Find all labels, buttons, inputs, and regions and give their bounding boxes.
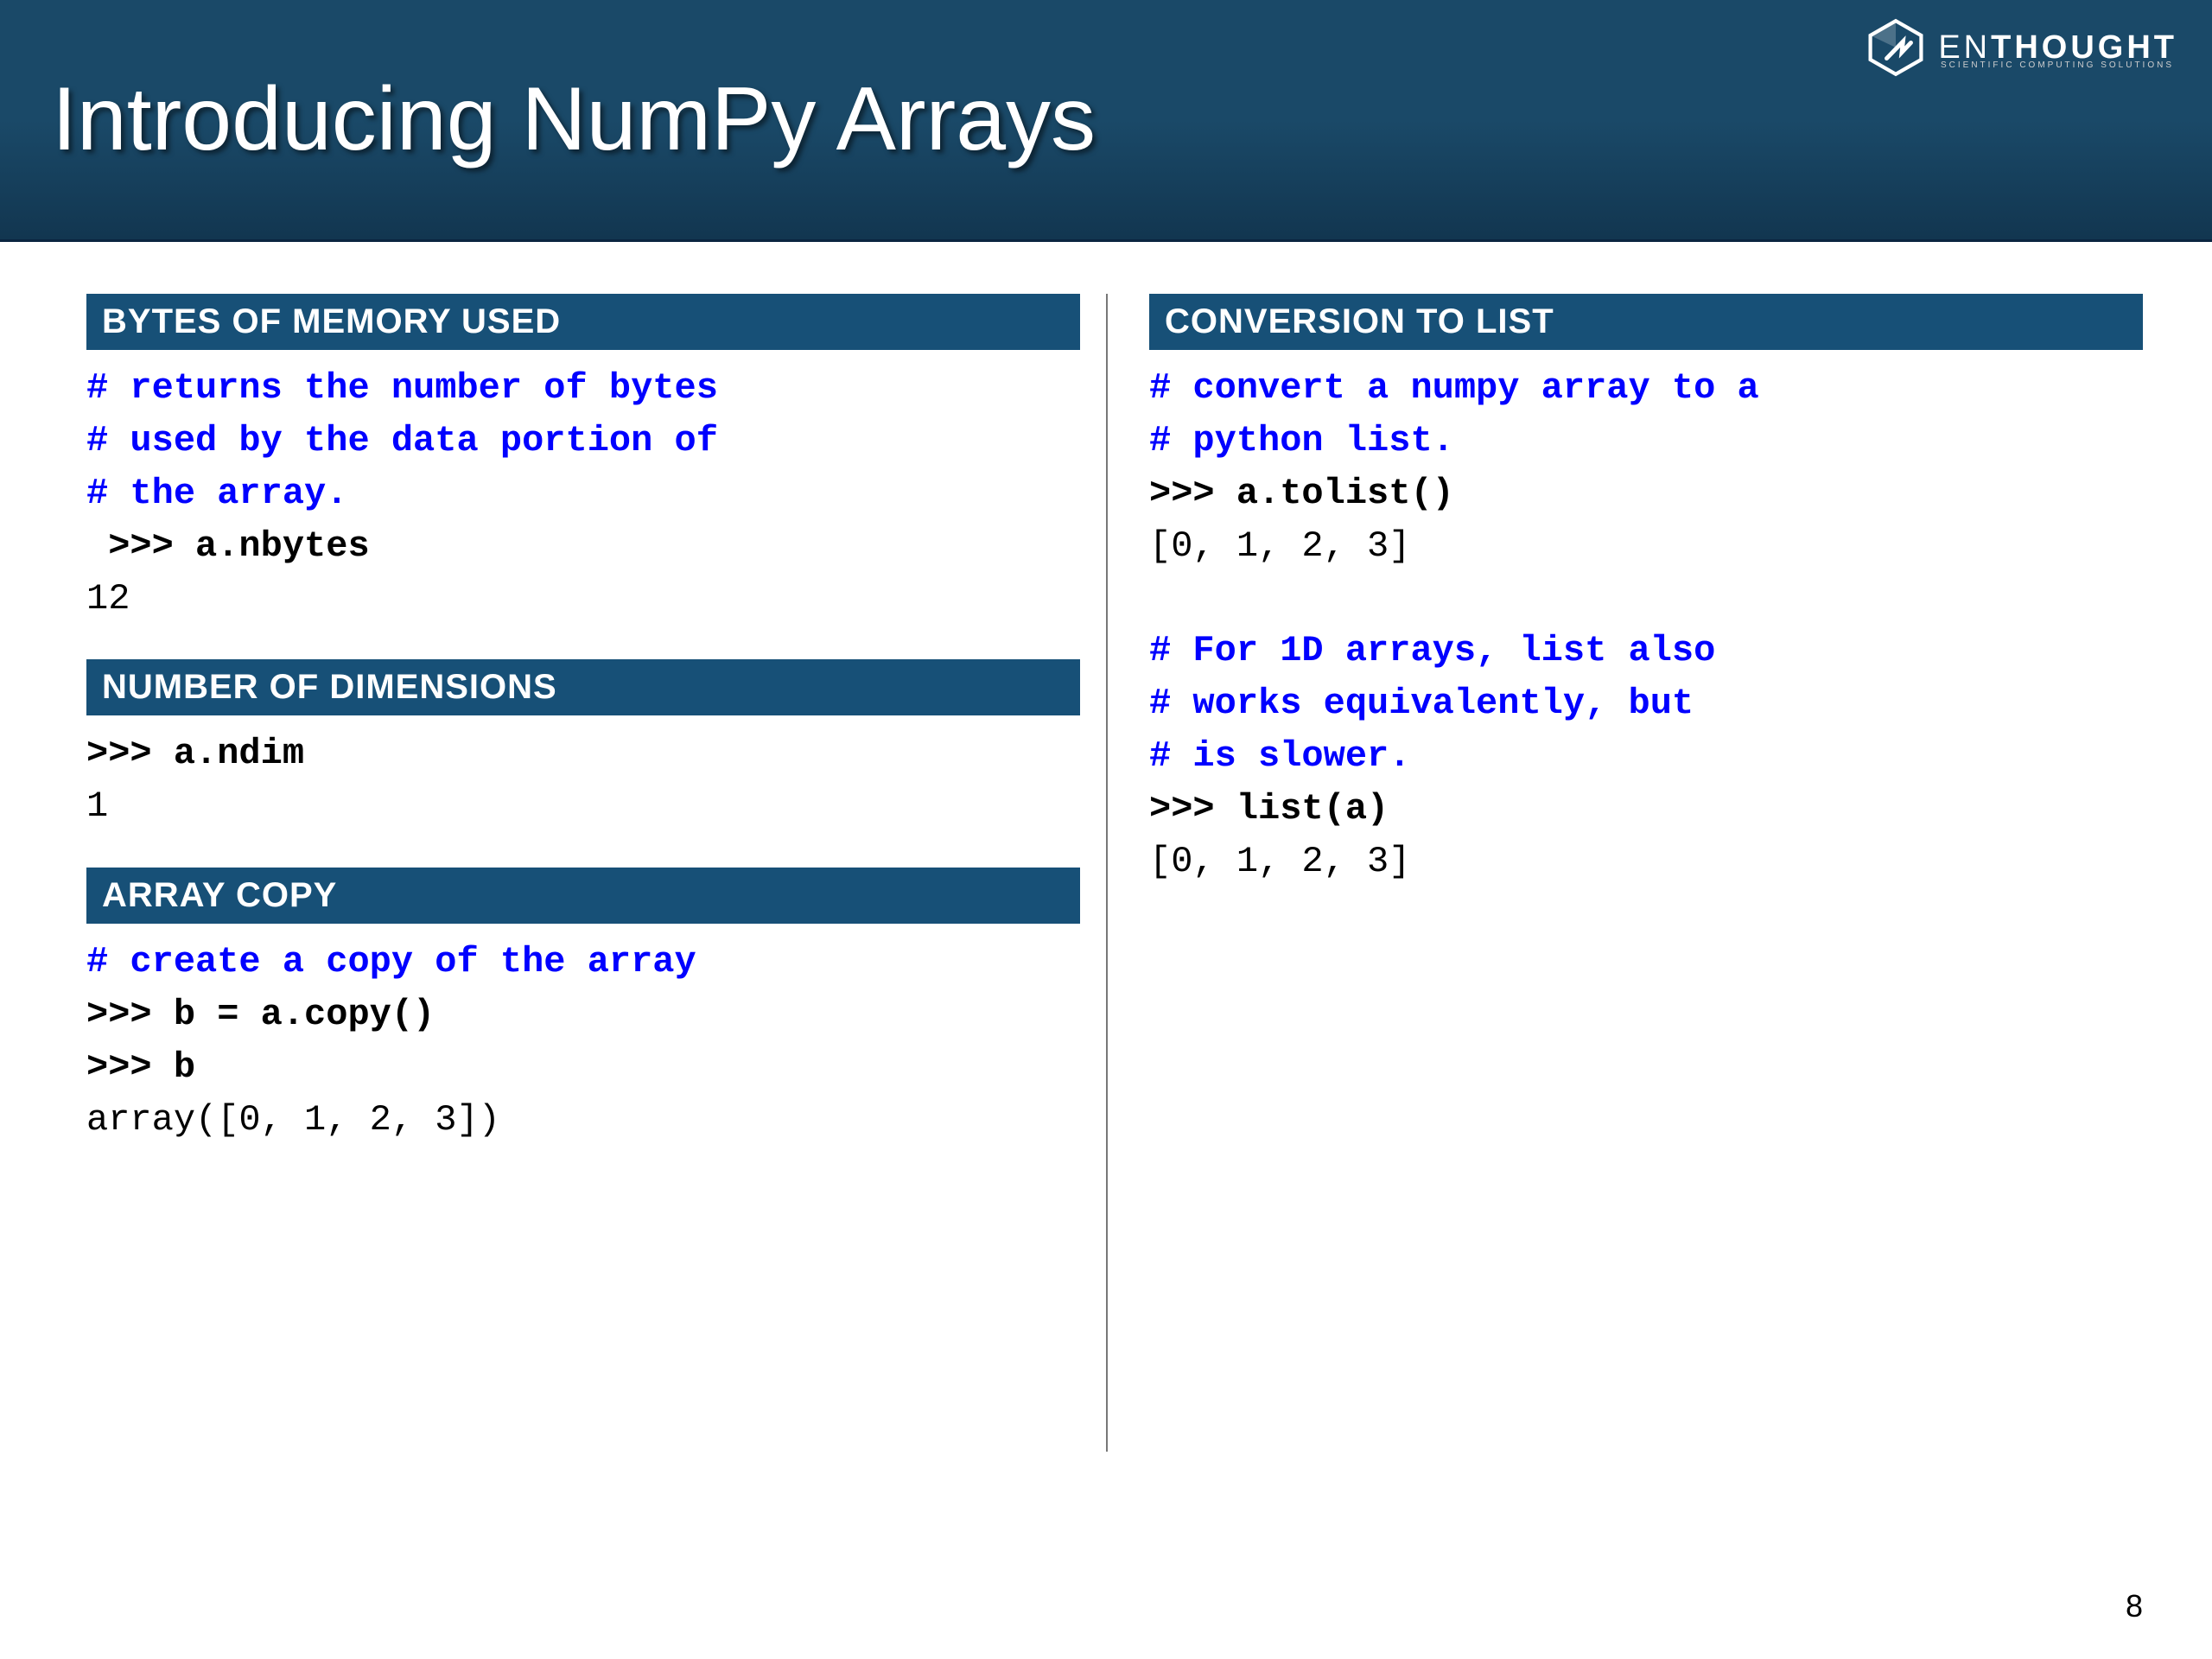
slide-content: BYTES OF MEMORY USED # returns the numbe… [0,242,2212,1233]
code-prompt: >>> b = a.copy() [86,988,1080,1041]
slide-header: Introducing NumPy Arrays ENTHOUGHT SCIEN… [0,0,2212,242]
code-output: [0, 1, 2, 3] [1149,836,2143,888]
column-divider [1106,294,1108,1452]
code-comment: # For 1D arrays, list also [1149,625,2143,677]
code-prompt: >>> a.tolist() [1149,467,2143,520]
code-comment: # is slower. [1149,730,2143,783]
code-comment: # python list. [1149,415,2143,467]
enthought-logo-icon [1866,17,1926,78]
right-column: CONVERSION TO LIST # convert a numpy arr… [1115,294,2143,1181]
code-comment: # convert a numpy array to a [1149,362,2143,415]
code-blank [1149,573,2143,626]
code-prompt: >>> list(a) [1149,783,2143,836]
code-block-dims: >>> a.ndim 1 [86,728,1080,833]
code-block-tolist: # convert a numpy array to a # python li… [1149,362,2143,888]
left-column: BYTES OF MEMORY USED # returns the numbe… [86,294,1115,1181]
code-prompt: >>> b [86,1041,1080,1094]
code-block-bytes: # returns the number of bytes # used by … [86,362,1080,625]
code-comment: # works equivalently, but [1149,677,2143,730]
code-comment: # create a copy of the array [86,936,1080,988]
code-prompt: >>> a.ndim [86,728,1080,780]
page-number: 8 [2126,1588,2143,1624]
section-header-dims: NUMBER OF DIMENSIONS [86,659,1080,715]
brand-logo: ENTHOUGHT SCIENTIFIC COMPUTING SOLUTIONS [1866,17,2177,78]
code-output: [0, 1, 2, 3] [1149,520,2143,573]
code-output: 12 [86,573,1080,626]
code-comment: # the array. [86,467,1080,520]
code-comment: # used by the data portion of [86,415,1080,467]
section-header-tolist: CONVERSION TO LIST [1149,294,2143,350]
code-prompt: >>> a.nbytes [86,520,1080,573]
logo-subtitle: SCIENTIFIC COMPUTING SOLUTIONS [1941,60,2174,70]
code-block-copy: # create a copy of the array >>> b = a.c… [86,936,1080,1147]
slide-title: Introducing NumPy Arrays [52,68,1096,171]
code-comment: # returns the number of bytes [86,362,1080,415]
code-output: 1 [86,780,1080,833]
section-header-bytes: BYTES OF MEMORY USED [86,294,1080,350]
code-output: array([0, 1, 2, 3]) [86,1094,1080,1147]
section-header-copy: ARRAY COPY [86,868,1080,924]
